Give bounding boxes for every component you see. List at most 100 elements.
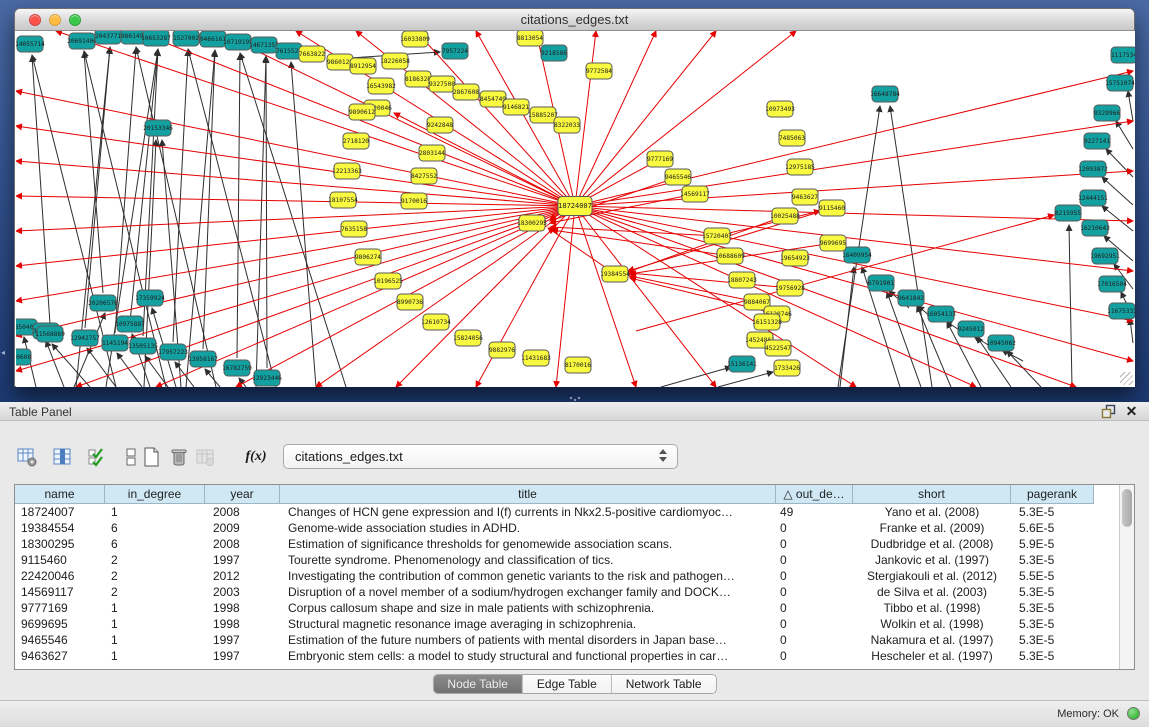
graph-node[interactable]: 9641842 <box>898 290 924 306</box>
cell-title[interactable]: Disruption of a novel member of a sodium… <box>280 584 776 600</box>
cell-title[interactable]: Genome-wide association studies in ADHD. <box>280 520 776 536</box>
graph-node[interactable]: 19756928 <box>775 280 805 296</box>
cell-out_degree[interactable]: 0 <box>776 568 853 584</box>
column-header-short[interactable]: short <box>853 485 1011 504</box>
cell-pagerank[interactable]: 5.3E-5 <box>1011 616 1094 632</box>
graph-node[interactable]: 12213363 <box>332 163 362 179</box>
cell-short[interactable]: Dudbridge et al. (2008) <box>853 536 1011 552</box>
delete-column-icon[interactable] <box>166 444 192 470</box>
graph-node[interactable]: 8990736 <box>397 294 423 310</box>
graph-node[interactable]: 10975887 <box>115 316 145 332</box>
cell-out_degree[interactable]: 0 <box>776 600 853 616</box>
table-row[interactable]: 911546021997Tourette syndrome. Phenomeno… <box>15 552 1119 568</box>
tab-network-table[interactable]: Network Table <box>612 675 716 694</box>
cell-out_degree[interactable]: 0 <box>776 520 853 536</box>
cell-in_degree[interactable]: 1 <box>105 504 205 520</box>
close-panel-icon[interactable]: ✕ <box>1124 403 1139 419</box>
cell-in_degree[interactable]: 1 <box>105 600 205 616</box>
cell-short[interactable]: Wolkin et al. (1998) <box>853 616 1011 632</box>
cell-in_degree[interactable]: 6 <box>105 520 205 536</box>
graph-node[interactable]: 10945062 <box>986 335 1016 351</box>
cell-out_degree[interactable]: 0 <box>776 584 853 600</box>
graph-node[interactable]: 7957224 <box>442 43 468 59</box>
table-scrollbar[interactable] <box>1119 485 1134 669</box>
graph-node[interactable]: 16054133 <box>926 306 956 322</box>
table-settings-icon[interactable] <box>14 444 40 470</box>
cell-title[interactable]: Tourette syndrome. Phenomenology and cla… <box>280 552 776 568</box>
graph-node[interactable]: 15824056 <box>453 330 483 346</box>
graph-node[interactable]: 13505135 <box>128 338 158 354</box>
cell-year[interactable]: 2003 <box>205 584 280 600</box>
table-row[interactable]: 977716911998Corpus callosum shape and si… <box>15 600 1119 616</box>
cell-year[interactable]: 1998 <box>205 600 280 616</box>
graph-node[interactable]: 1145194 <box>102 335 128 351</box>
graph-node[interactable]: 2043771 <box>95 31 121 44</box>
graph-node[interactable]: 8912954 <box>350 58 376 74</box>
graph-node[interactable]: 16210643 <box>1080 220 1110 236</box>
table-row[interactable]: 1872400712008Changes of HCN gene express… <box>15 504 1119 520</box>
cell-year[interactable]: 1997 <box>205 632 280 648</box>
graph-node[interactable]: 15751074 <box>1105 75 1135 91</box>
cell-pagerank[interactable]: 5.3E-5 <box>1011 584 1094 600</box>
graph-node[interactable]: 17957223 <box>158 344 188 360</box>
cell-year[interactable]: 2008 <box>205 536 280 552</box>
graph-node[interactable]: 18300295 <box>517 215 547 231</box>
table-row[interactable]: 969969511998Structural magnetic resonanc… <box>15 616 1119 632</box>
graph-node[interactable]: 13958167 <box>188 351 218 367</box>
column-header-pagerank[interactable]: pagerank <box>1011 485 1094 504</box>
graph-node[interactable]: 10025488 <box>770 208 800 224</box>
graph-node[interactable]: 9806274 <box>355 249 381 265</box>
graph-node[interactable]: 18226058 <box>380 53 410 69</box>
graph-node[interactable]: 15136141 <box>727 356 757 372</box>
cell-short[interactable]: Yano et al. (2008) <box>853 504 1011 520</box>
cell-pagerank[interactable]: 5.5E-5 <box>1011 568 1094 584</box>
graph-node-hub[interactable]: 18724007 <box>558 197 592 216</box>
cell-out_degree[interactable]: 49 <box>776 504 853 520</box>
cell-in_degree[interactable]: 2 <box>105 552 205 568</box>
cell-in_degree[interactable]: 2 <box>105 584 205 600</box>
graph-node[interactable]: 4522547 <box>765 340 791 356</box>
cell-name[interactable]: 9777169 <box>15 600 105 616</box>
graph-node[interactable]: 12444151 <box>1078 190 1108 206</box>
table-row[interactable]: 946362711997Embryonic stem cells: a mode… <box>15 648 1119 664</box>
graph-node[interactable]: 12975185 <box>785 159 815 175</box>
cell-title[interactable]: Changes of HCN gene expression and I(f) … <box>280 504 776 520</box>
graph-node[interactable]: 2867608 <box>453 84 479 100</box>
cell-short[interactable]: Franke et al. (2009) <box>853 520 1011 536</box>
cell-name[interactable]: 18724007 <box>15 504 105 520</box>
cell-short[interactable]: Nakamura et al. (1997) <box>853 632 1011 648</box>
graph-node[interactable]: 10688609 <box>715 248 745 264</box>
graph-node[interactable]: 10196525 <box>373 273 403 289</box>
graph-node[interactable]: 10973493 <box>765 101 795 117</box>
cell-short[interactable]: Hescheler et al. (1997) <box>853 648 1011 664</box>
graph-node[interactable]: 9882976 <box>489 342 515 358</box>
cell-name[interactable]: 22420046 <box>15 568 105 584</box>
graph-node[interactable]: 19654923 <box>780 250 810 266</box>
cell-year[interactable]: 1997 <box>205 552 280 568</box>
graph-node[interactable]: 19692951 <box>1090 248 1120 264</box>
graph-node[interactable]: 16151328 <box>752 314 782 330</box>
tab-edge-table[interactable]: Edge Table <box>523 675 612 694</box>
cell-out_degree[interactable]: 0 <box>776 648 853 664</box>
cell-short[interactable]: Tibbo et al. (1998) <box>853 600 1011 616</box>
cell-pagerank[interactable]: 5.3E-5 <box>1011 504 1094 520</box>
cell-name[interactable]: 9465546 <box>15 632 105 648</box>
column-header-out_degree[interactable]: △ out_de… <box>776 485 853 504</box>
network-view-window[interactable]: citations_edges.txt 14055714206914062043… <box>14 8 1135 387</box>
graph-node[interactable]: 1733426 <box>774 360 800 376</box>
graph-node[interactable]: 20153346 <box>143 120 173 136</box>
graph-node[interactable]: 17359924 <box>135 290 165 306</box>
cell-in_degree[interactable]: 1 <box>105 616 205 632</box>
graph-node[interactable]: 16543982 <box>366 78 396 94</box>
graph-node[interactable]: 16033809 <box>400 31 430 47</box>
graph-node[interactable]: 12942757 <box>70 330 100 346</box>
graph-node[interactable]: 2718120 <box>343 133 369 149</box>
cell-title[interactable]: Corpus callosum shape and size in male p… <box>280 600 776 616</box>
float-panel-icon[interactable] <box>1101 404 1116 419</box>
graph-node[interactable]: 9699695 <box>820 235 846 251</box>
import-table-icon[interactable] <box>192 444 218 470</box>
graph-node[interactable]: 20206576 <box>88 295 118 311</box>
cell-name[interactable]: 9463627 <box>15 648 105 664</box>
graph-node[interactable]: 2803144 <box>419 145 445 161</box>
graph-node[interactable]: 8427552 <box>411 168 437 184</box>
